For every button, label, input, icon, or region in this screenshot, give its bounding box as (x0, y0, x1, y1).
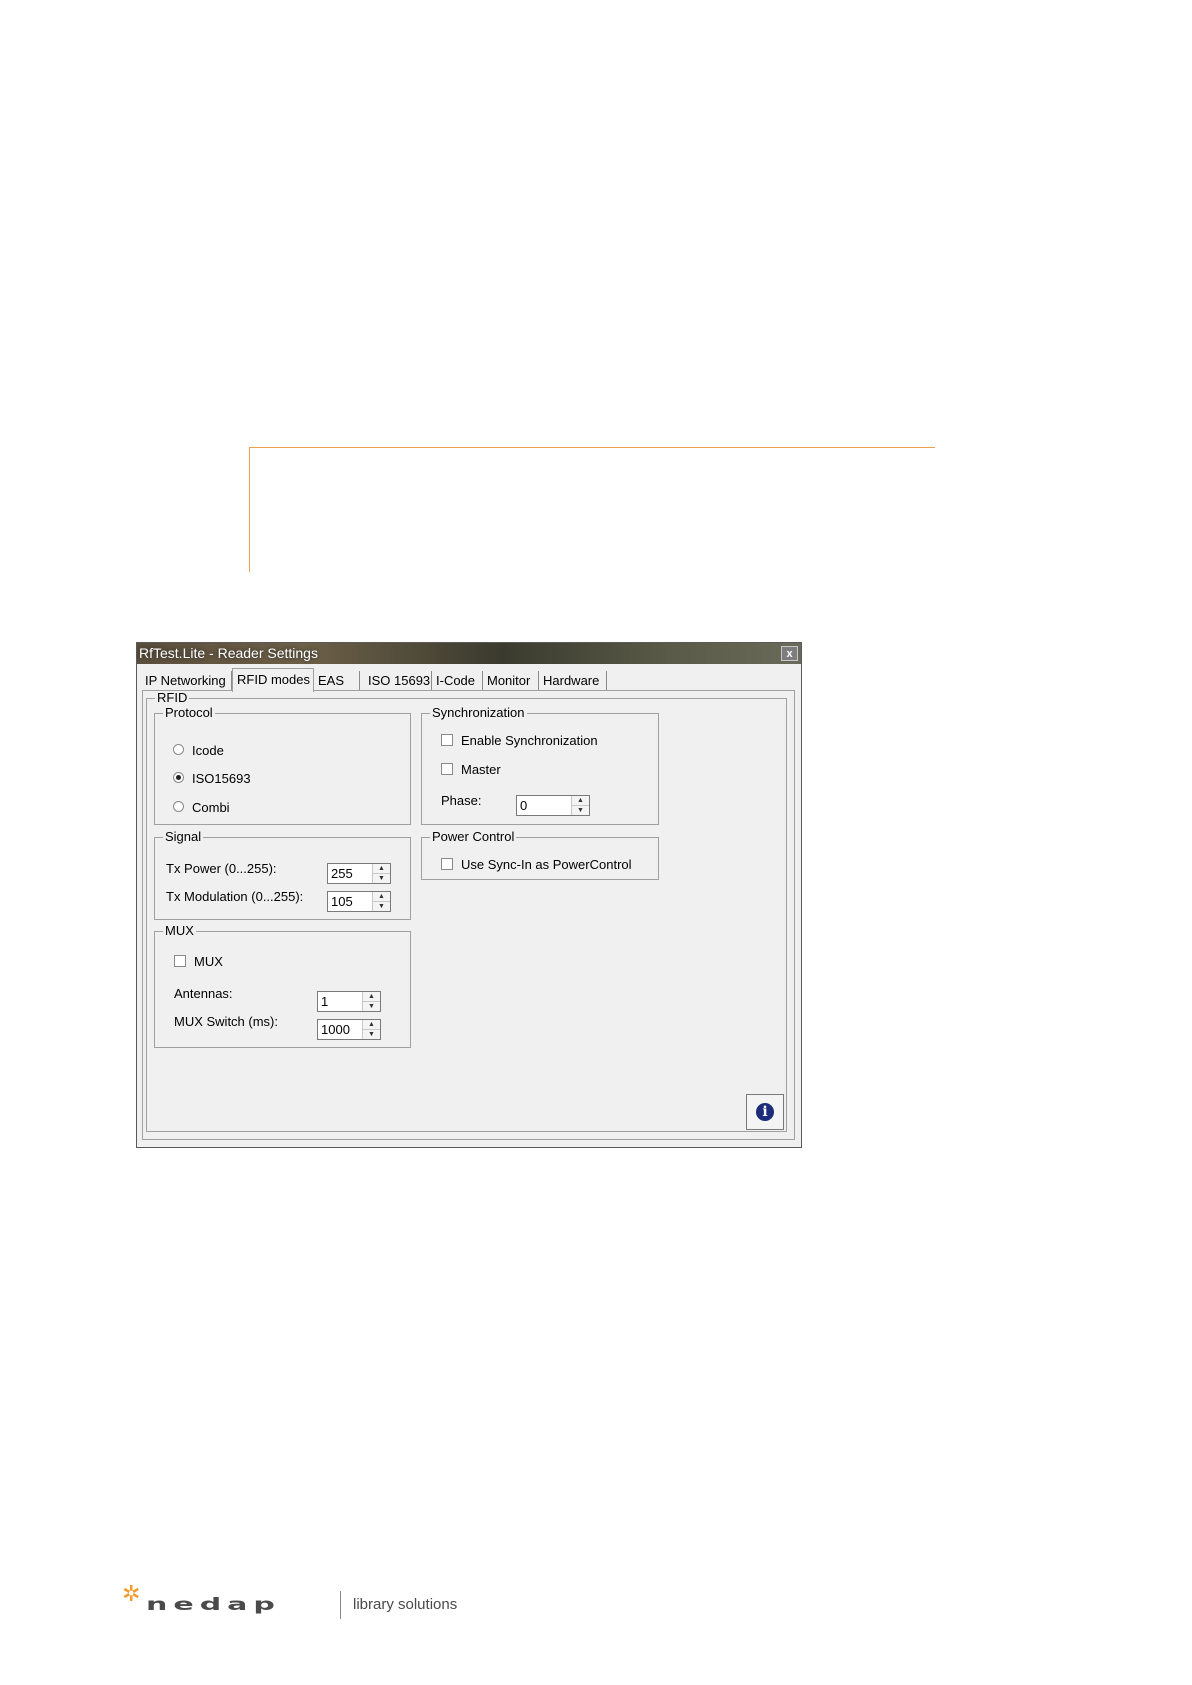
phase-spinner[interactable]: 0 ▲ ▼ (516, 795, 590, 816)
close-icon: x (786, 648, 793, 660)
brand-tagline: library solutions (353, 1596, 458, 1613)
radio-iso15693[interactable] (173, 772, 184, 783)
synchronization-group: Synchronization Enable Synchronization M… (421, 706, 659, 825)
power-control-group: Power Control Use Sync-In as PowerContro… (421, 830, 659, 880)
rfid-legend: RFID (157, 690, 188, 705)
spin-down-icon[interactable]: ▼ (572, 806, 589, 815)
spin-down-icon[interactable]: ▼ (363, 1002, 380, 1011)
mux-switch-spinner[interactable]: 1000 ▲ ▼ (317, 1019, 381, 1040)
enable-synchronization-label[interactable]: Enable Synchronization (461, 733, 598, 748)
decorative-line-top (249, 447, 935, 448)
sync-in-power-control-checkbox[interactable] (441, 858, 453, 870)
master-checkbox[interactable] (441, 763, 453, 775)
phase-value: 0 (520, 798, 528, 813)
tab-iso-15693[interactable]: ISO 15693 (364, 671, 432, 691)
spin-up-icon[interactable]: ▲ (373, 864, 390, 874)
signal-group: Signal Tx Power (0...255): 255 ▲ ▼ Tx Mod… (154, 830, 411, 920)
mux-switch-value: 1000 (321, 1022, 350, 1037)
tx-modulation-spinner[interactable]: 105 ▲ ▼ (327, 891, 391, 912)
radio-icode-label[interactable]: Icode (192, 743, 224, 758)
spin-down-icon[interactable]: ▼ (373, 902, 390, 911)
protocol-legend: Protocol (165, 705, 213, 720)
logo-separator (340, 1591, 341, 1619)
antennas-spinner[interactable]: 1 ▲ ▼ (317, 991, 381, 1012)
tx-modulation-label: Tx Modulation (0...255): (166, 889, 304, 904)
tab-eas[interactable]: EAS (314, 671, 360, 691)
antennas-value: 1 (321, 994, 329, 1009)
star-logo-icon: ✲ (122, 1581, 141, 1606)
enable-synchronization-checkbox[interactable] (441, 734, 453, 746)
mux-group: MUX MUX Antennas: 1 ▲ ▼ MUX Switch (ms): … (154, 924, 411, 1048)
brand-wordmark: nedap (146, 1595, 281, 1615)
mux-switch-label: MUX Switch (ms): (174, 1014, 278, 1029)
spin-up-icon[interactable]: ▲ (363, 1020, 380, 1030)
info-button[interactable]: i (746, 1094, 784, 1130)
title-bar[interactable]: RfTest.Lite - Reader Settings x (137, 643, 801, 664)
synchronization-legend: Synchronization (432, 705, 525, 720)
rfid-modes-panel: RFID Protocol Icode ISO15693 Combi Signa… (142, 690, 795, 1140)
tab-i-code[interactable]: I-Code (432, 671, 483, 691)
tx-modulation-value: 105 (331, 894, 353, 909)
spin-down-icon[interactable]: ▼ (373, 874, 390, 883)
mux-checkbox[interactable] (174, 955, 186, 967)
tx-power-value: 255 (331, 866, 353, 881)
radio-iso15693-label[interactable]: ISO15693 (192, 771, 251, 786)
antennas-label: Antennas: (174, 986, 233, 1001)
close-button[interactable]: x (781, 646, 798, 661)
spin-up-icon[interactable]: ▲ (373, 892, 390, 902)
tab-rfid-modes[interactable]: RFID modes (232, 668, 314, 692)
sync-in-power-control-label[interactable]: Use Sync-In as PowerControl (461, 857, 632, 872)
reader-settings-window: RfTest.Lite - Reader Settings x IP Netwo… (136, 642, 802, 1148)
protocol-group: Protocol Icode ISO15693 Combi (154, 706, 411, 825)
tab-monitor[interactable]: Monitor (483, 671, 539, 691)
tx-power-label: Tx Power (0...255): (166, 861, 277, 876)
signal-legend: Signal (165, 829, 202, 844)
tab-hardware[interactable]: Hardware (539, 671, 607, 691)
info-icon: i (756, 1103, 774, 1121)
spin-up-icon[interactable]: ▲ (363, 992, 380, 1002)
master-label[interactable]: Master (461, 762, 501, 777)
mux-checkbox-label[interactable]: MUX (194, 954, 223, 969)
spin-down-icon[interactable]: ▼ (363, 1030, 380, 1039)
radio-combi[interactable] (173, 801, 184, 812)
phase-label: Phase: (441, 793, 482, 808)
radio-selected-dot (176, 775, 181, 780)
decorative-line-left (249, 447, 250, 572)
radio-icode[interactable] (173, 744, 184, 755)
spin-up-icon[interactable]: ▲ (572, 796, 589, 806)
radio-combi-label[interactable]: Combi (192, 800, 230, 815)
mux-legend: MUX (165, 923, 194, 938)
tx-power-spinner[interactable]: 255 ▲ ▼ (327, 863, 391, 884)
power-control-legend: Power Control (432, 829, 515, 844)
tab-ip-networking[interactable]: IP Networking (141, 671, 232, 691)
window-title: RfTest.Lite - Reader Settings (139, 645, 318, 661)
